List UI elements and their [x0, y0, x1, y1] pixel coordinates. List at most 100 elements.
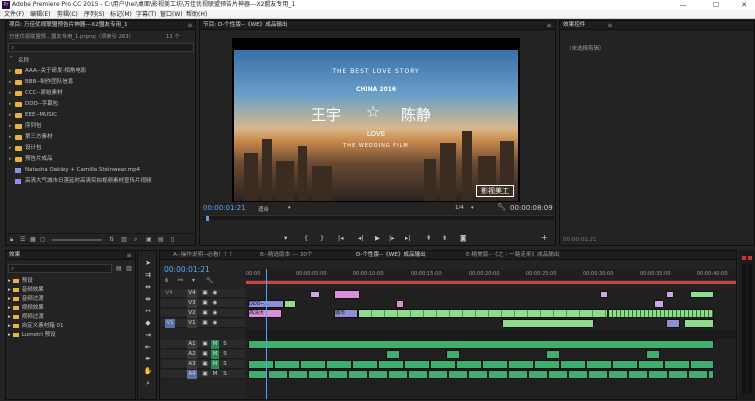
sync-lock-icon[interactable]: ▣: [201, 289, 209, 298]
eye-icon[interactable]: ◉: [211, 309, 219, 318]
list-item[interactable]: ▸ Lumetri 预设: [8, 331, 56, 339]
track-label-v1[interactable]: V1: [187, 319, 197, 328]
quality-dropdown[interactable]: 1/4 ▾: [455, 205, 479, 211]
list-item[interactable]: ▸ 音频过渡: [8, 295, 44, 303]
timeline-clip[interactable]: [690, 291, 714, 298]
zoom-slider[interactable]: [52, 239, 102, 241]
list-item[interactable]: ▸ 预设: [8, 277, 33, 285]
track-label-v2[interactable]: V2: [187, 309, 197, 318]
timeline-clip[interactable]: [396, 300, 404, 308]
minimize-button[interactable]: —: [672, 0, 694, 10]
tab-effect-controls[interactable]: 效果控件: [563, 21, 623, 30]
list-item[interactable]: ▸ 自定义素材箱 01: [8, 322, 64, 330]
source-patch-v1[interactable]: V1: [165, 319, 175, 328]
timeline-clip[interactable]: 城市: [334, 309, 358, 318]
list-item[interactable]: 高清大气城市日落延时高清实拍视频素材宣传片视频: [6, 177, 195, 186]
menu-sequence[interactable]: 序列(S): [84, 10, 105, 19]
tab-effects[interactable]: 效果: [9, 251, 49, 260]
sync-lock-icon[interactable]: ▣: [201, 309, 209, 318]
list-item[interactable]: ▸ 第三方素材: [6, 133, 195, 142]
list-view-icon[interactable]: ☰: [20, 236, 25, 243]
list-item[interactable]: ▸ AAA--关于研发-相角电影: [6, 67, 195, 76]
new-item-icon[interactable]: ▤: [158, 236, 164, 243]
track-label-a1[interactable]: A1: [187, 340, 197, 349]
program-scrubber[interactable]: [202, 215, 554, 221]
clear-icon[interactable]: ▯: [171, 236, 174, 243]
wrench-icon[interactable]: 🔧︎: [497, 203, 506, 211]
timeline-clip[interactable]: [654, 300, 664, 308]
timeline-clip[interactable]: [666, 319, 680, 328]
audio-clip[interactable]: [386, 350, 400, 359]
panel-menu-icon[interactable]: ≡: [545, 21, 553, 30]
timeline-settings-icon[interactable]: 🔧︎: [206, 277, 214, 284]
audio-clip[interactable]: [248, 370, 714, 379]
playhead[interactable]: [206, 216, 209, 221]
timeline-clip[interactable]: [358, 309, 608, 318]
timeline-clip[interactable]: [608, 309, 714, 318]
zoom-tool-icon[interactable]: ⌕: [143, 379, 153, 388]
tab-sequence-e[interactable]: E-精美版--《之 - 一路走来》成品输出: [466, 251, 570, 260]
timeline-playhead[interactable]: [266, 269, 267, 399]
slip-tool-icon[interactable]: ⇥: [143, 331, 153, 340]
menu-clip[interactable]: 剪辑(C): [57, 10, 78, 19]
sync-lock-icon[interactable]: ▣: [201, 319, 209, 328]
hand-tool-icon[interactable]: ✋: [143, 367, 153, 376]
menu-marker[interactable]: 标记(M): [110, 10, 132, 19]
find-icon[interactable]: ⌕: [134, 236, 137, 244]
menu-file[interactable]: 文件(F): [4, 10, 24, 19]
timeline-timecode[interactable]: 00:00:01:21: [164, 265, 210, 274]
selection-tool-icon[interactable]: ➤: [143, 259, 153, 268]
ripple-edit-tool-icon[interactable]: ⇹: [143, 283, 153, 292]
column-header-name[interactable]: 名称: [18, 56, 29, 64]
add-marker-icon[interactable]: ▾: [284, 234, 287, 242]
time-ruler[interactable]: 00:00 00:00:05:00 00:00:10:00 00:00:15:0…: [246, 269, 736, 281]
panel-menu-icon[interactable]: ≡: [125, 251, 133, 260]
source-patch[interactable]: V4: [165, 289, 173, 298]
audio-clip[interactable]: [646, 350, 660, 359]
track-label-v4[interactable]: V4: [187, 289, 197, 298]
razor-tool-icon[interactable]: ◆: [143, 319, 153, 328]
list-item[interactable]: ▸ EEE--MUSIC: [6, 111, 195, 120]
go-to-out-icon[interactable]: ▸|: [405, 234, 410, 242]
automate-icon[interactable]: ▥: [121, 236, 127, 243]
add-button-icon[interactable]: +: [541, 233, 548, 242]
timeline-clip[interactable]: [284, 300, 296, 308]
effects-search-input[interactable]: ⌕: [8, 264, 112, 273]
eye-icon[interactable]: ◉: [211, 299, 219, 308]
solo-button[interactable]: S: [221, 350, 229, 359]
list-item[interactable]: ▸ 音频效果: [8, 286, 44, 294]
timeline-clip[interactable]: [502, 319, 594, 328]
step-back-icon[interactable]: ◂|: [358, 234, 363, 242]
sync-lock-icon[interactable]: ▣: [201, 299, 209, 308]
audio-clip[interactable]: [248, 340, 714, 349]
menu-help[interactable]: 帮助(H): [186, 10, 207, 19]
menu-window[interactable]: 窗口(W): [160, 10, 183, 19]
sync-lock-icon[interactable]: ▣: [201, 350, 209, 359]
solo-button[interactable]: S: [221, 360, 229, 369]
tab-program[interactable]: 节目: D-个性版--《WE》成品输出: [203, 21, 353, 30]
32bit-effects-icon[interactable]: ▥: [126, 265, 132, 272]
list-item[interactable]: ▸ 序列包: [6, 122, 195, 131]
tab-sequence-d[interactable]: D-个性版--《WE》成品输出: [356, 251, 452, 260]
lift-icon[interactable]: ⇞: [426, 234, 431, 242]
list-item[interactable]: ▸ DDD--字幕包: [6, 100, 195, 109]
sync-lock-icon[interactable]: ▣: [201, 370, 209, 379]
fit-dropdown[interactable]: 适合 ▾: [258, 205, 298, 213]
play-icon[interactable]: ▶: [375, 234, 380, 242]
timeline-clip[interactable]: 高清大: [248, 309, 282, 318]
linked-selection-icon[interactable]: ⚯: [178, 277, 183, 284]
mark-out-icon[interactable]: }: [320, 234, 324, 242]
track-label-v3[interactable]: V3: [187, 299, 197, 308]
tab-sequence-b[interactable]: B--精选版本 --- 30个: [260, 251, 340, 260]
lock-icon[interactable]: 🔒︎: [10, 236, 13, 244]
timeline-clip[interactable]: [310, 291, 320, 298]
list-item[interactable]: ▸ 设计包: [6, 144, 195, 153]
accelerated-effects-icon[interactable]: ▤: [116, 265, 122, 272]
sort-icons-icon[interactable]: ⇅: [109, 236, 114, 243]
tab-project[interactable]: 项目: 万佳优视联盟预告片神器---X2盟友专用_1: [9, 21, 179, 30]
panel-menu-icon[interactable]: ≡: [186, 21, 194, 30]
step-forward-icon[interactable]: |▸: [389, 234, 394, 242]
work-area-bar[interactable]: [246, 281, 736, 284]
tab-sequence-a[interactable]: A--操作说明--必看！！！: [173, 251, 251, 260]
maximize-button[interactable]: ☐: [705, 0, 727, 10]
